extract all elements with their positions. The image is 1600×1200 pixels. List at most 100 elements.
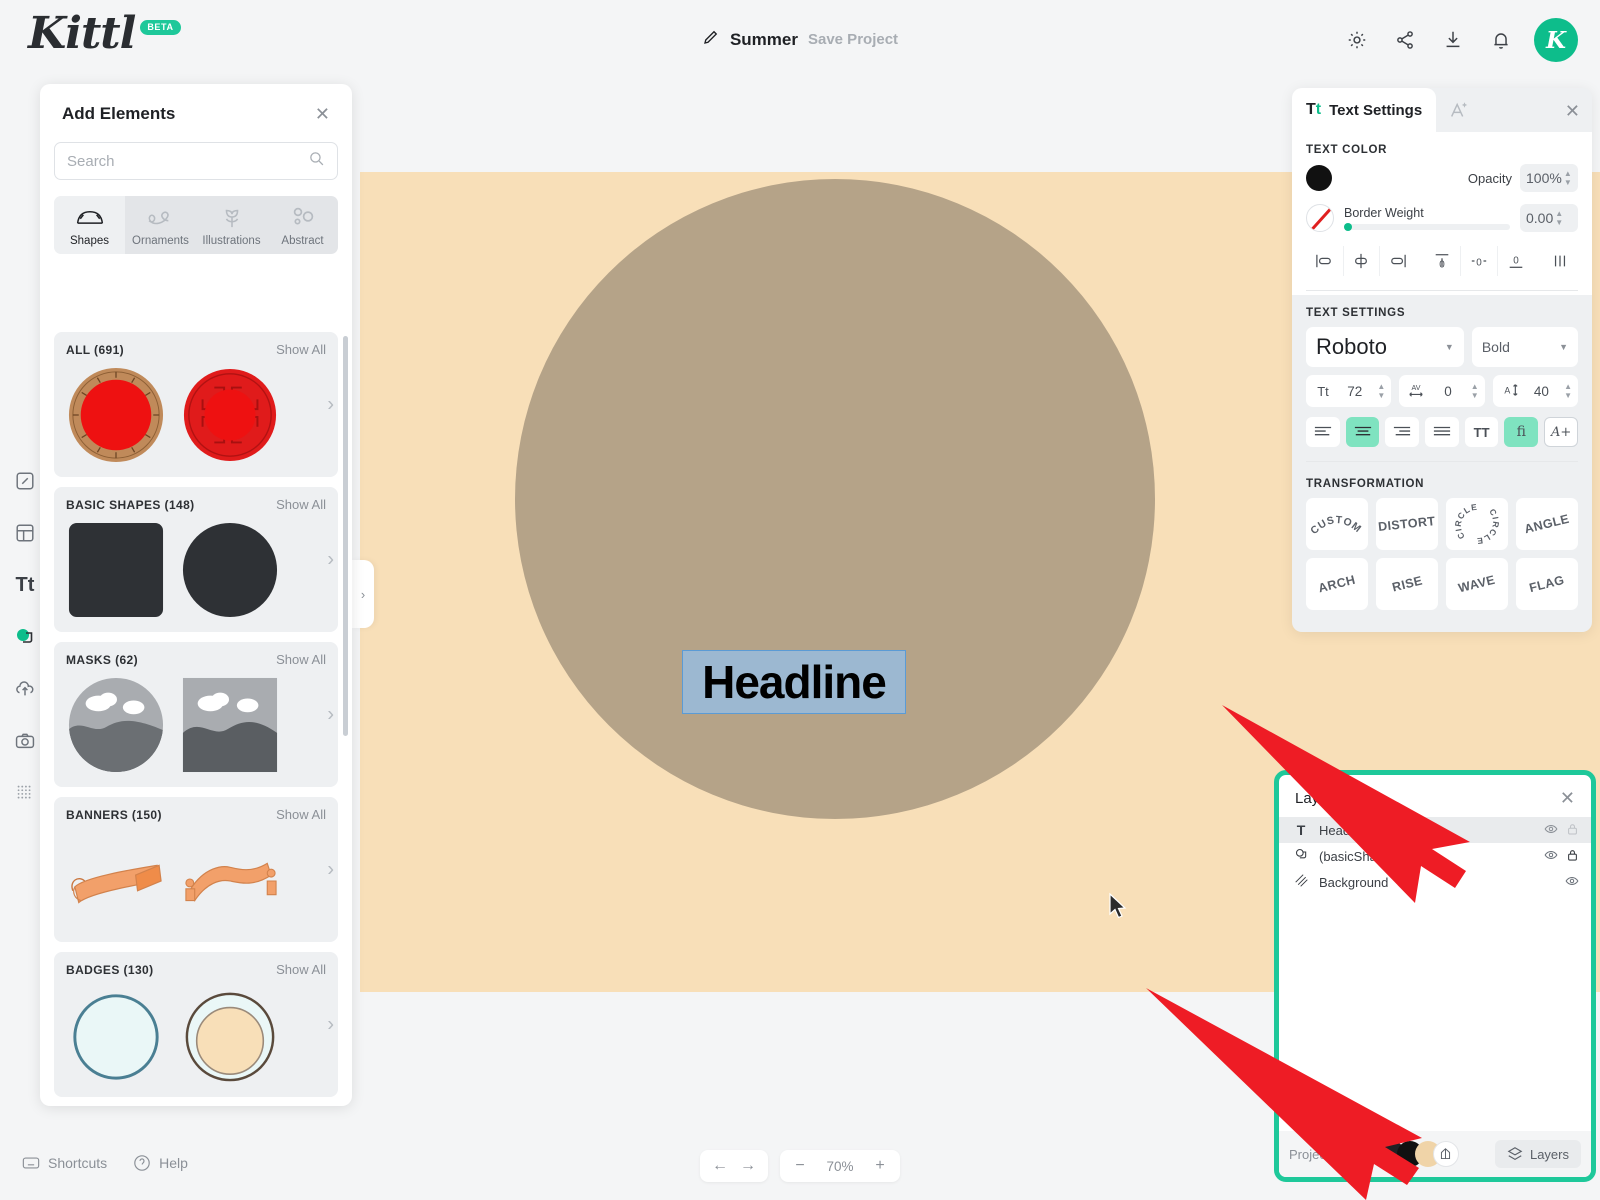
ligatures-toggle-button[interactable]: fi: [1504, 417, 1539, 447]
table-row[interactable]: Background: [1279, 869, 1591, 895]
close-icon[interactable]: ✕: [315, 105, 330, 123]
element-thumb[interactable]: [66, 830, 166, 930]
chevron-right-icon[interactable]: ›: [327, 1013, 334, 1036]
transform-angle-button[interactable]: ANGLE: [1516, 498, 1578, 550]
distribute-icon[interactable]: [1541, 246, 1579, 276]
canvas-headline-text[interactable]: Headline: [702, 659, 887, 705]
no-color-icon[interactable]: [1306, 204, 1334, 232]
close-icon[interactable]: ✕: [1565, 102, 1580, 120]
search-icon[interactable]: [308, 150, 325, 172]
line-height-field[interactable]: A 40 ▲ ▼: [1492, 375, 1578, 407]
element-thumb[interactable]: [180, 675, 280, 775]
show-all-link[interactable]: Show All: [276, 497, 326, 512]
align-bottom-icon[interactable]: 0: [1496, 246, 1534, 276]
tab-ornaments[interactable]: Ornaments: [125, 196, 196, 254]
font-size-field[interactable]: Tt 72 ▲ ▼: [1306, 375, 1392, 407]
eye-icon[interactable]: [1565, 874, 1579, 891]
uppercase-toggle-button[interactable]: TT: [1464, 417, 1499, 447]
tab-illustrations[interactable]: Illustrations: [196, 196, 267, 254]
stepper-icon[interactable]: ▲ ▼: [1564, 170, 1572, 187]
transform-custom-button[interactable]: CUSTOM: [1306, 498, 1368, 550]
transform-rise-button[interactable]: RISE: [1376, 558, 1438, 610]
undo-icon[interactable]: ←: [706, 1152, 734, 1180]
design-icon[interactable]: [8, 464, 42, 498]
canvas-shape-circle[interactable]: [515, 179, 1155, 819]
show-all-link[interactable]: Show All: [276, 962, 326, 977]
lock-icon[interactable]: [1566, 848, 1579, 865]
canvas-text-selection[interactable]: Headline: [682, 650, 906, 714]
transform-circle-button[interactable]: CIRCLE CIRCLE: [1446, 498, 1508, 550]
slider-knob[interactable]: [1344, 223, 1352, 231]
chevron-right-icon[interactable]: ›: [327, 548, 334, 571]
search-input[interactable]: [67, 152, 300, 170]
table-row[interactable]: T Headline: [1279, 817, 1591, 843]
stepper-icon[interactable]: ▲ ▼: [1377, 383, 1385, 400]
project-title[interactable]: Summer: [730, 30, 798, 50]
align-end-icon[interactable]: [1379, 246, 1416, 276]
text-icon[interactable]: Tt: [8, 568, 42, 602]
opacity-input[interactable]: 100% ▲ ▼: [1520, 164, 1578, 192]
letter-spacing-field[interactable]: AV 0 ▲ ▼: [1399, 375, 1485, 407]
transform-distort-button[interactable]: DISTORT: [1376, 498, 1438, 550]
align-middle-v-icon[interactable]: 0: [1460, 246, 1497, 276]
stepper-icon[interactable]: ▲ ▼: [1471, 383, 1479, 400]
chevron-right-icon[interactable]: ›: [327, 858, 334, 881]
chevron-right-icon[interactable]: ›: [327, 703, 334, 726]
avatar[interactable]: K: [1534, 18, 1578, 62]
textures-icon[interactable]: [8, 776, 42, 810]
zoom-value[interactable]: 70%: [814, 1159, 866, 1174]
element-thumb[interactable]: [66, 365, 166, 465]
tab-ai-text[interactable]: [1436, 88, 1482, 132]
download-icon[interactable]: [1442, 29, 1464, 51]
save-project-button[interactable]: Save Project: [808, 31, 898, 48]
text-align-justify-button[interactable]: [1425, 417, 1459, 447]
transform-flag-button[interactable]: FLAG: [1516, 558, 1578, 610]
border-weight-input[interactable]: 0.00 ▲ ▼: [1520, 204, 1578, 232]
uploads-icon[interactable]: [8, 672, 42, 706]
chevron-right-icon[interactable]: ›: [327, 393, 334, 416]
tab-shapes[interactable]: Shapes: [54, 196, 125, 254]
zoom-in-button[interactable]: +: [866, 1152, 894, 1180]
text-align-center-button[interactable]: [1345, 417, 1380, 447]
element-categories-scroll[interactable]: ALL (691) Show All › BASIC SHAPES (148) …: [40, 332, 352, 1106]
zoom-out-button[interactable]: −: [786, 1152, 814, 1180]
element-thumb[interactable]: [180, 830, 280, 930]
close-icon[interactable]: ✕: [1560, 789, 1575, 807]
stepper-icon[interactable]: ▲ ▼: [1555, 210, 1563, 227]
color-edit-icon[interactable]: [1432, 1141, 1459, 1167]
show-all-link[interactable]: Show All: [276, 652, 326, 667]
text-align-left-button[interactable]: [1306, 417, 1340, 447]
element-thumb[interactable]: [180, 365, 280, 465]
show-all-link[interactable]: Show All: [276, 807, 326, 822]
element-thumb[interactable]: [66, 675, 166, 775]
transform-arch-button[interactable]: ARCH: [1306, 558, 1368, 610]
font-family-select[interactable]: Roboto ▼: [1306, 327, 1464, 367]
eye-icon[interactable]: [1544, 848, 1558, 865]
element-thumb[interactable]: [180, 520, 280, 620]
bell-icon[interactable]: [1490, 29, 1512, 51]
tab-text-settings[interactable]: Tt Text Settings: [1292, 88, 1437, 132]
show-all-link[interactable]: Show All: [276, 342, 326, 357]
project-colors-swatches[interactable]: [1378, 1141, 1459, 1167]
panel-collapse-handle[interactable]: ›: [352, 560, 374, 628]
align-center-h-icon[interactable]: [1342, 246, 1380, 276]
text-align-right-button[interactable]: [1385, 417, 1420, 447]
align-top-icon[interactable]: 0: [1423, 246, 1461, 276]
more-typography-button[interactable]: A+: [1544, 417, 1579, 447]
templates-icon[interactable]: [8, 516, 42, 550]
lock-icon[interactable]: [1566, 822, 1579, 839]
pencil-icon[interactable]: [702, 28, 720, 51]
layers-tab-button[interactable]: Layers: [1494, 1140, 1581, 1168]
stepper-icon[interactable]: ▲ ▼: [1564, 383, 1572, 400]
element-thumb[interactable]: [66, 985, 166, 1085]
font-weight-select[interactable]: Bold ▼: [1471, 327, 1578, 367]
gear-icon[interactable]: [1346, 29, 1368, 51]
eye-icon[interactable]: [1544, 822, 1558, 839]
transform-wave-button[interactable]: WAVE: [1446, 558, 1508, 610]
search-box[interactable]: [54, 142, 338, 180]
elements-icon[interactable]: [8, 620, 42, 654]
element-thumb[interactable]: [66, 520, 166, 620]
tab-abstract[interactable]: Abstract: [267, 196, 338, 254]
table-row[interactable]: (basicShape): [1279, 843, 1591, 869]
align-start-icon[interactable]: [1306, 246, 1343, 276]
